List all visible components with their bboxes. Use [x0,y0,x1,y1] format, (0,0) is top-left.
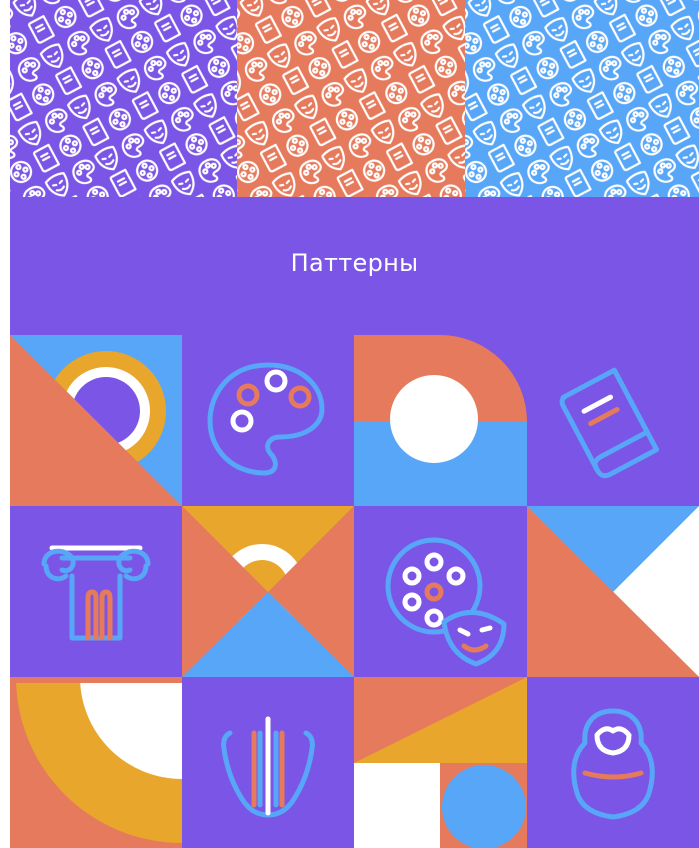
violet-pattern-swatch [10,0,237,197]
title-band: Паттерны [10,197,699,335]
geometric-tile [354,677,527,848]
triangle-tile [527,506,699,677]
coral-pattern-swatch [237,0,465,197]
column-tile [10,506,182,677]
palette-tile [182,335,354,506]
blue-pattern-swatch [465,0,699,197]
lyre-tile [182,677,354,848]
icon-grid [10,335,699,848]
book-tile [527,335,699,506]
half-circle-tile [354,335,527,506]
arc-tile [10,677,182,848]
left-white-edge [0,0,10,848]
patterns-poster: Паттерны [0,0,699,848]
matryoshka-tile [527,677,699,848]
ring-shape-tile [10,335,182,506]
bowtie-tile [182,506,354,677]
film-reel-tile [354,506,527,677]
page-title: Паттерны [290,249,419,277]
